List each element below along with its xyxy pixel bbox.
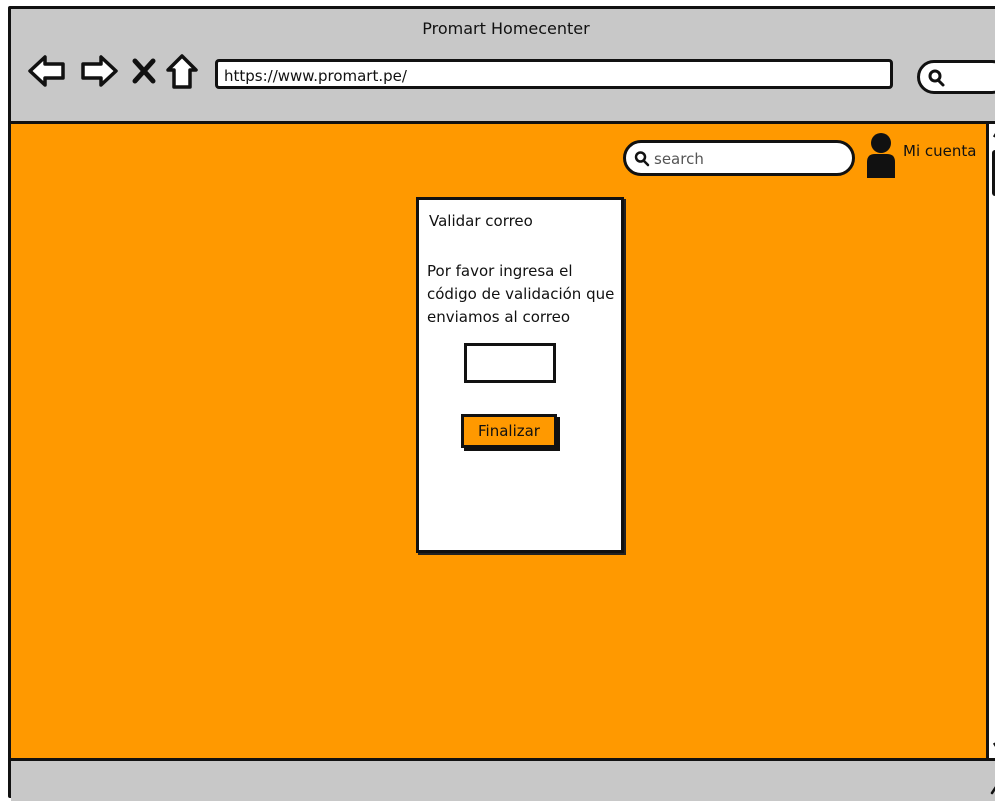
close-x-icon[interactable]	[131, 57, 157, 85]
site-search-field[interactable]	[623, 140, 855, 176]
status-bar	[11, 761, 995, 801]
search-input[interactable]	[652, 147, 846, 171]
dialog-message: Por favor ingresa el código de validació…	[427, 262, 615, 326]
resize-grip-icon[interactable]	[990, 779, 995, 795]
dialog-title: Validar correo	[429, 212, 533, 230]
user-icon	[867, 133, 895, 178]
browser-search-button[interactable]	[917, 60, 995, 94]
forward-arrow-icon[interactable]	[79, 53, 119, 89]
validation-dialog: Validar correo Por favor ingresa el códi…	[416, 197, 624, 553]
browser-window: Promart Homecenter https://www.promart.p…	[8, 6, 995, 801]
finish-button[interactable]: Finalizar	[461, 414, 557, 448]
search-icon	[634, 151, 650, 167]
back-arrow-icon[interactable]	[27, 53, 67, 89]
vertical-scrollbar[interactable]	[986, 121, 995, 761]
account-label: Mi cuenta	[903, 142, 977, 160]
account-link[interactable]: Mi cuenta	[865, 132, 976, 178]
url-bar[interactable]: https://www.promart.pe/	[215, 59, 893, 89]
page-content: Mi cuenta Validar correo Por favor ingre…	[11, 121, 986, 761]
search-icon	[928, 69, 945, 87]
validation-code-input[interactable]	[464, 343, 556, 383]
home-icon[interactable]	[165, 53, 199, 91]
window-title: Promart Homecenter	[422, 19, 590, 38]
